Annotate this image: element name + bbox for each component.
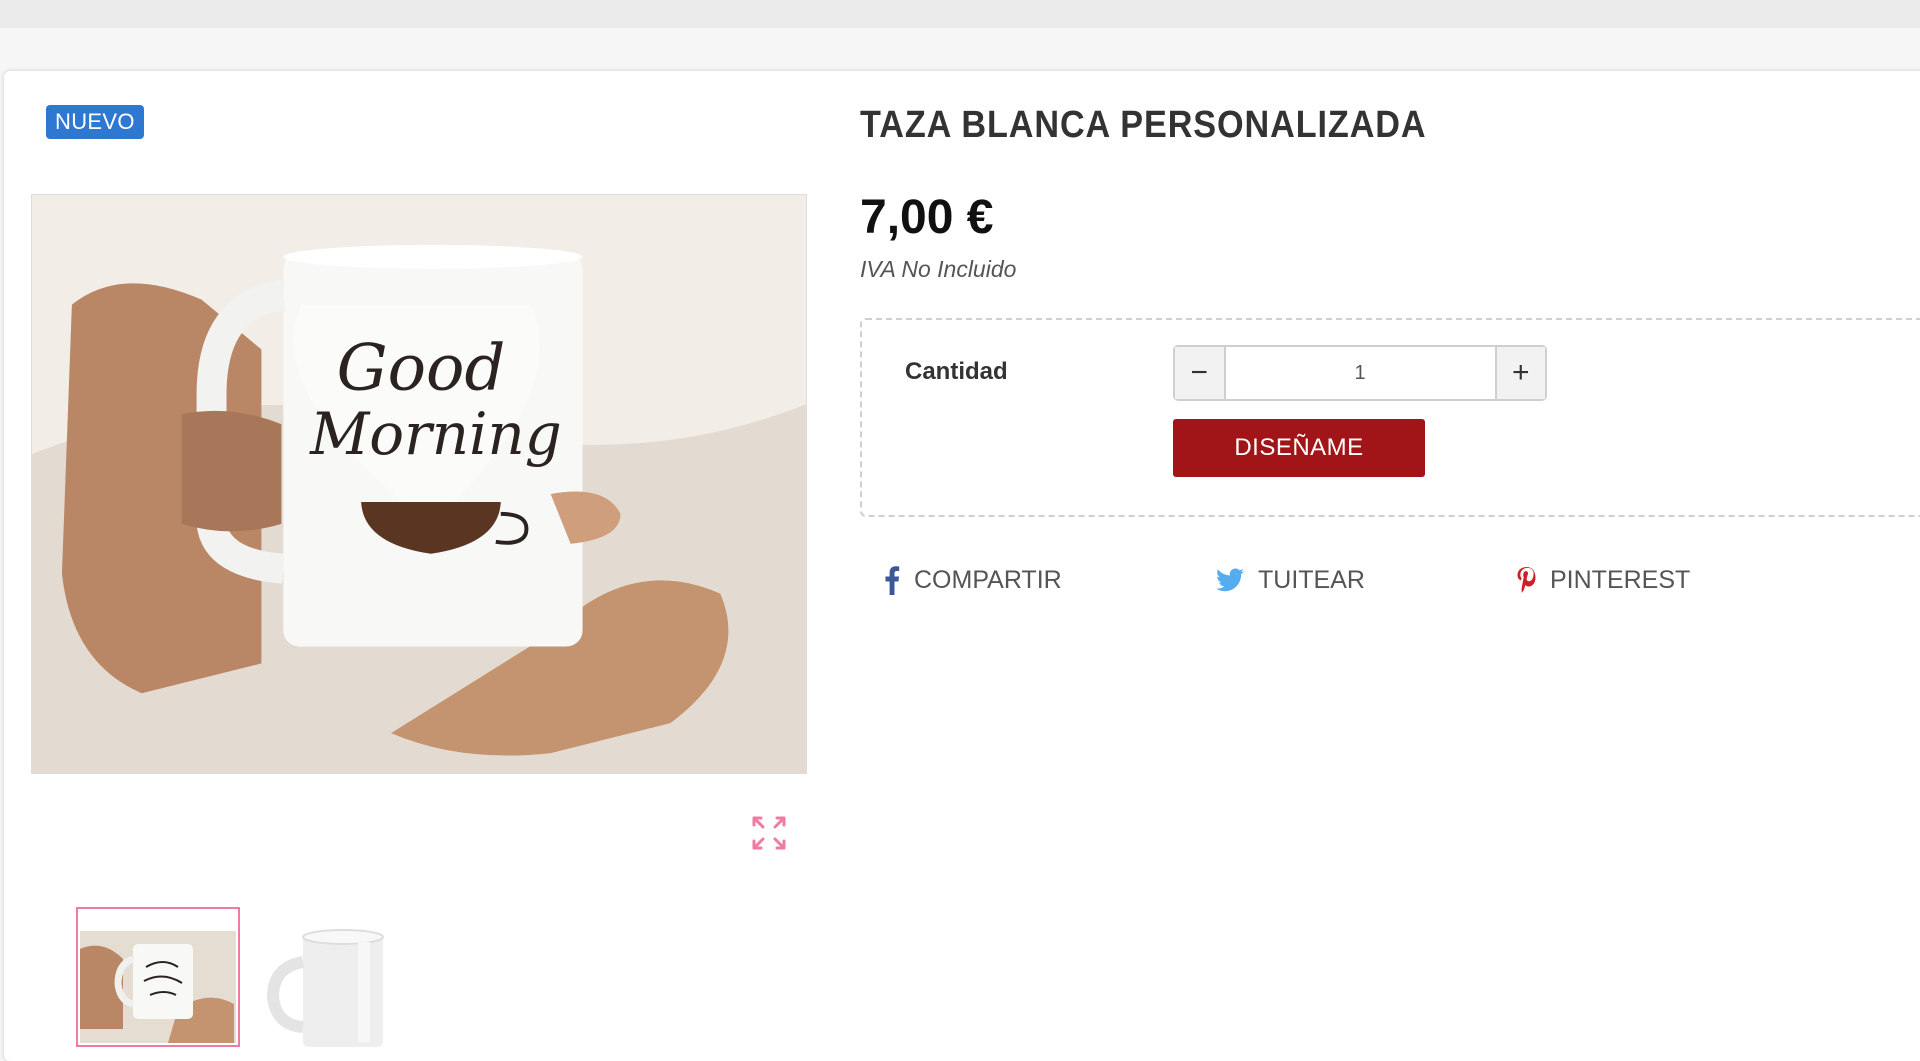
thumbnail-1[interactable] [76, 907, 240, 1047]
design-button[interactable]: DISEÑAME [1173, 419, 1425, 477]
product-price: 7,00 € [860, 191, 994, 244]
mug-print-line-2: Morning [309, 400, 562, 468]
thumbnail-2[interactable] [258, 907, 408, 1047]
new-badge: NUEVO [46, 105, 144, 139]
share-twitter-label: TUITEAR [1258, 565, 1365, 594]
share-pinterest-button[interactable]: PINTEREST [1516, 560, 1690, 600]
increment-button[interactable]: + [1494, 347, 1545, 399]
share-facebook-button[interactable]: COMPARTIR [884, 560, 1062, 600]
expand-icon[interactable] [751, 815, 787, 851]
share-facebook-label: COMPARTIR [914, 565, 1062, 594]
mug-print-line-1: Good [337, 331, 506, 405]
decrement-button[interactable]: − [1175, 347, 1226, 399]
product-main-image[interactable]: Good Morning [31, 194, 807, 774]
quantity-input[interactable] [1225, 347, 1495, 399]
pinterest-icon [1516, 566, 1536, 594]
twitter-icon [1216, 568, 1244, 592]
share-pinterest-label: PINTEREST [1550, 565, 1691, 594]
top-bar [0, 0, 1920, 28]
share-twitter-button[interactable]: TUITEAR [1216, 560, 1365, 600]
facebook-icon [884, 565, 900, 595]
tax-note: IVA No Incluido [860, 256, 1017, 282]
quantity-label: Cantidad [905, 358, 1008, 385]
quantity-stepper: − + [1173, 345, 1547, 401]
product-title: TAZA BLANCA PERSONALIZADA [860, 104, 1427, 146]
